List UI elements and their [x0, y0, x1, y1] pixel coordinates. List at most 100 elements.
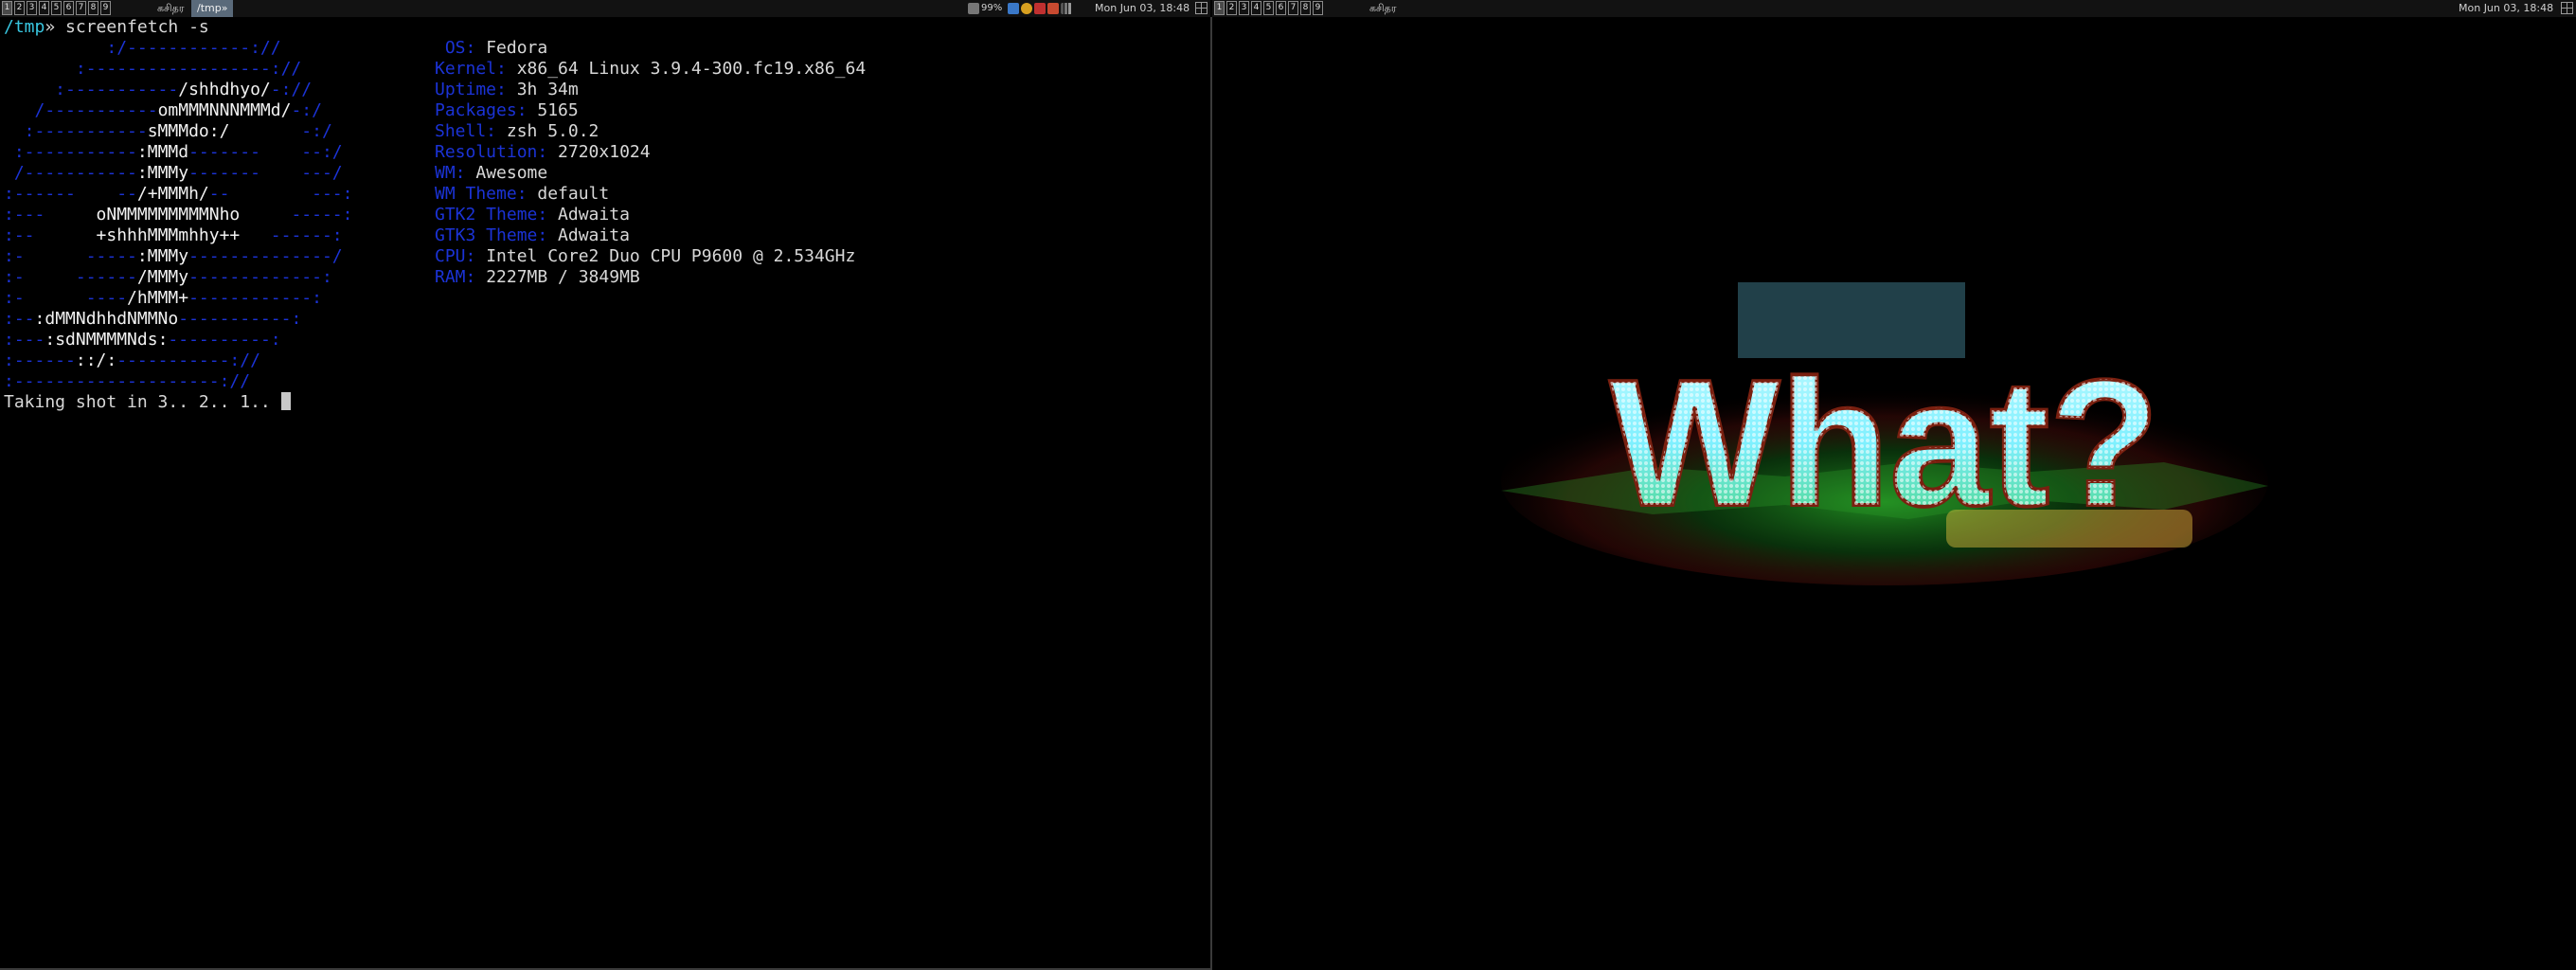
ascii-art-segment: :- ------ — [4, 267, 137, 287]
layout-tile-icon[interactable] — [1195, 2, 1208, 14]
info-key: Uptime: — [435, 80, 517, 99]
info-value: 3h 34m — [516, 80, 579, 99]
left-top-bar: 123456789 கசிதர /tmp» 99% Mon Jun 03, 18… — [0, 0, 1210, 17]
ascii-art-segment: ----------: — [168, 330, 281, 350]
ascii-art-line: /-----------omMMMNNNMMMd/-:/ — [4, 100, 352, 121]
ascii-art-segment: :- ---- — [4, 288, 128, 308]
layout-tile-icon-right[interactable] — [2561, 2, 2573, 14]
info-key: Kernel: — [435, 59, 517, 79]
prompt-path: /tmp — [4, 17, 45, 37]
info-row: Uptime: 3h 34m — [435, 80, 866, 100]
firefox-icon[interactable] — [1021, 3, 1032, 14]
ascii-art-segment: -:// — [270, 80, 313, 99]
ascii-art-line: :-- +shhhMMMmhhy++ ------: — [4, 225, 352, 246]
ascii-art-line: :-----------sMMMdo:/ -:/ — [4, 121, 352, 142]
language-indicator-right[interactable]: கசிதர — [1369, 0, 1397, 17]
ascii-art-segment: :-- — [4, 309, 35, 329]
info-row: WM: Awesome — [435, 163, 866, 184]
right-tag-7[interactable]: 7 — [1288, 1, 1298, 15]
left-tag-7[interactable]: 7 — [76, 1, 86, 15]
right-tag-6[interactable]: 6 — [1276, 1, 1286, 15]
ascii-art-segment: :dMMNdhhdNMMNo — [34, 309, 179, 329]
left-tag-4[interactable]: 4 — [39, 1, 49, 15]
ascii-art-line: :---:sdNMMMMNds:----------: — [4, 330, 352, 350]
right-tag-5[interactable]: 5 — [1263, 1, 1274, 15]
info-value: Awesome — [475, 163, 548, 183]
left-tag-3[interactable]: 3 — [27, 1, 37, 15]
info-row: GTK2 Theme: Adwaita — [435, 205, 866, 225]
right-tag-9[interactable]: 9 — [1313, 1, 1323, 15]
info-key: WM Theme: — [435, 184, 538, 204]
ascii-art-segment: :--------------------:// — [4, 371, 251, 391]
left-tag-9[interactable]: 9 — [100, 1, 111, 15]
ascii-art-segment: --------------/ — [188, 246, 343, 266]
right-tag-8[interactable]: 8 — [1300, 1, 1311, 15]
ascii-art-line: :--:dMMNdhhdNMMNo-----------: — [4, 309, 352, 330]
ascii-art-segment: :--- — [4, 330, 45, 350]
info-key: GTK2 Theme: — [435, 205, 559, 225]
right-tag-2[interactable]: 2 — [1226, 1, 1237, 15]
right-tag-1[interactable]: 1 — [1214, 1, 1225, 15]
info-value: Fedora — [486, 38, 548, 58]
clock[interactable]: Mon Jun 03, 18:48 — [1095, 0, 1190, 17]
ascii-art-line: :-----------:MMMd------- --:/ — [4, 142, 352, 163]
second-screen-desktop[interactable]: What? What? — [1212, 17, 2576, 970]
ascii-art-segment: -:/ — [291, 100, 322, 120]
info-value: 2227MB / 3849MB — [486, 267, 640, 287]
right-tag-4[interactable]: 4 — [1251, 1, 1261, 15]
ascii-art-line: :------::/:-----------:// — [4, 350, 352, 371]
app-tray-icon[interactable] — [1008, 3, 1019, 14]
battery-percentage: 99% — [981, 3, 1003, 13]
ascii-art-segment: -----------: — [178, 309, 302, 329]
ascii-art-segment: ------- --:/ — [188, 142, 343, 162]
info-key: GTK3 Theme: — [435, 225, 559, 245]
info-row: GTK3 Theme: Adwaita — [435, 225, 866, 246]
info-key: WM: — [435, 163, 476, 183]
command-text: screenfetch -s — [55, 17, 209, 37]
system-info: OS: Fedora Kernel: x86_64 Linux 3.9.4-300… — [435, 38, 866, 288]
ascii-art-segment: ------: — [240, 225, 343, 245]
ascii-art-segment: :MMMy — [136, 246, 189, 266]
info-row: Resolution: 2720x1024 — [435, 142, 866, 163]
ascii-art-segment: :/------------:// — [4, 38, 281, 58]
ascii-art-segment: /----------- — [4, 100, 158, 120]
terminal-window[interactable]: /tmp» screenfetch -s :/------------:// :… — [0, 17, 1212, 970]
right-tag-3[interactable]: 3 — [1239, 1, 1249, 15]
ascii-art-segment: :------ -- — [4, 184, 137, 204]
what-wallpaper-logo: What? What? — [1501, 282, 2268, 585]
info-row: Kernel: x86_64 Linux 3.9.4-300.fc19.x86_… — [435, 59, 866, 80]
mail-icon[interactable] — [1034, 3, 1046, 14]
ascii-art-segment: /+MMMh/ — [136, 184, 209, 204]
ascii-art-segment: :------ — [4, 350, 76, 370]
network-icon[interactable] — [968, 3, 979, 14]
info-value: Adwaita — [558, 225, 630, 245]
active-task-terminal[interactable]: /tmp» — [191, 0, 234, 17]
ascii-art-segment: /hMMM+ — [127, 288, 189, 308]
ascii-art-segment: ::/: — [75, 350, 117, 370]
language-indicator[interactable]: கசிதர — [157, 0, 185, 17]
ascii-art-segment: +shhhMMMmhhy++ — [96, 225, 241, 245]
left-tag-6[interactable]: 6 — [63, 1, 74, 15]
ascii-art-segment: -----: — [240, 205, 353, 225]
left-tag-8[interactable]: 8 — [88, 1, 98, 15]
ascii-art-segment: :MMMd — [136, 142, 189, 162]
info-row: OS: Fedora — [435, 38, 866, 59]
info-key: RAM: — [435, 267, 487, 287]
left-tag-5[interactable]: 5 — [51, 1, 62, 15]
info-value: zsh 5.0.2 — [506, 121, 599, 141]
clock-right[interactable]: Mon Jun 03, 18:48 — [2459, 0, 2553, 17]
status-text: Taking shot in 3.. 2.. 1.. — [4, 392, 281, 412]
update-icon[interactable] — [1047, 3, 1059, 14]
ascii-art-segment: :MMMy — [136, 163, 189, 183]
info-key: Shell: — [435, 121, 507, 141]
info-value: Adwaita — [558, 205, 630, 225]
info-value: Intel Core2 Duo CPU P9600 @ 2.534GHz — [486, 246, 856, 266]
ascii-art-line: :- -----:MMMy--------------/ — [4, 246, 352, 267]
ascii-art-segment: ------- ---/ — [188, 163, 343, 183]
ascii-art-segment: /shhdhyo/ — [178, 80, 271, 99]
ascii-art-segment: :--- — [4, 205, 97, 225]
left-tag-1[interactable]: 1 — [2, 1, 12, 15]
signal-strength-icon[interactable] — [1061, 3, 1072, 14]
left-tag-2[interactable]: 2 — [14, 1, 25, 15]
fedora-ascii-logo: :/------------:// :------------------://… — [4, 38, 352, 392]
